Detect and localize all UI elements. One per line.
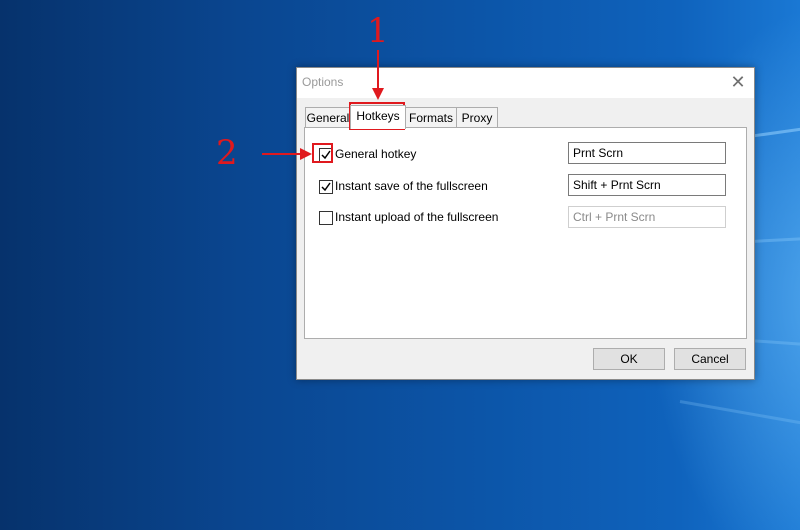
instant-save-checkbox[interactable]: [319, 180, 333, 194]
hotkeys-panel: General hotkey Instant save of the fulls…: [304, 127, 747, 339]
tab-hotkeys[interactable]: Hotkeys: [350, 105, 406, 129]
arrow-right-icon: [262, 148, 312, 160]
instant-upload-input[interactable]: [568, 206, 726, 228]
arrow-down-icon: [372, 50, 384, 100]
options-dialog: Options ✕ General Hotkeys Formats Proxy …: [296, 67, 755, 380]
dialog-title: Options: [302, 75, 344, 89]
cancel-button[interactable]: Cancel: [674, 348, 746, 370]
general-hotkey-checkbox-highlight: [312, 143, 333, 163]
light-beam: [679, 400, 800, 431]
title-bar[interactable]: Options ✕: [297, 68, 754, 98]
close-icon[interactable]: ✕: [722, 68, 754, 98]
instant-save-label: Instant save of the fullscreen: [335, 179, 488, 193]
instant-upload-checkbox[interactable]: [319, 211, 333, 225]
annotation-step-2: 2: [216, 133, 238, 173]
instant-upload-label: Instant upload of the fullscreen: [335, 210, 499, 224]
instant-save-input[interactable]: [568, 174, 726, 196]
tab-general[interactable]: General: [305, 107, 351, 128]
general-hotkey-label: General hotkey: [335, 147, 417, 161]
annotation-step-1: 1: [367, 11, 389, 51]
tab-proxy[interactable]: Proxy: [456, 107, 498, 128]
ok-button[interactable]: OK: [593, 348, 665, 370]
general-hotkey-input[interactable]: [568, 142, 726, 164]
tab-formats[interactable]: Formats: [405, 107, 457, 128]
checkmark-icon: [321, 182, 331, 192]
